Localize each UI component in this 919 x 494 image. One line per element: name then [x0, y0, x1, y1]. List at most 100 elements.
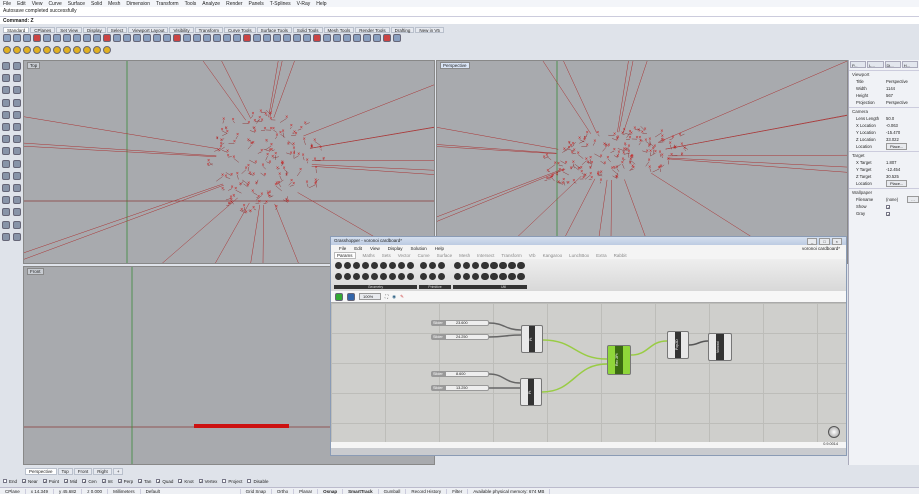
viewport-label-front[interactable]: Front	[27, 268, 44, 275]
component-icon[interactable]	[407, 262, 414, 269]
render-icon[interactable]	[53, 46, 61, 54]
property-value[interactable]: 50.0	[886, 116, 919, 121]
tool-icon[interactable]	[13, 86, 21, 95]
toolbar-tab[interactable]: Render Tools	[355, 27, 390, 33]
component-rec-2pt[interactable]: Rec 2Pt	[607, 345, 631, 375]
tool-icon[interactable]	[2, 135, 10, 144]
number-slider[interactable]: Slider 24.250	[431, 334, 489, 340]
component-icon[interactable]	[518, 262, 525, 269]
gh-tab[interactable]: Maths	[363, 253, 375, 258]
property-value[interactable]: Perspective	[886, 79, 919, 84]
gh-tab[interactable]: Vrb	[529, 253, 536, 258]
toolbar-icon[interactable]	[93, 34, 101, 42]
property-value[interactable]: 567	[886, 93, 919, 98]
status-toggle[interactable]: Grid Snap	[241, 488, 272, 494]
toolbar-icon[interactable]	[123, 34, 131, 42]
component-icon[interactable]	[491, 273, 498, 280]
toolbar-icon[interactable]	[233, 34, 241, 42]
property-value[interactable]: -0.063	[886, 123, 919, 128]
toolbar-icon[interactable]	[183, 34, 191, 42]
render-icon[interactable]	[83, 46, 91, 54]
gh-tab[interactable]: Params	[334, 252, 356, 259]
gh-menu-item[interactable]: View	[370, 246, 380, 251]
component-icon[interactable]	[353, 262, 360, 269]
gh-tab[interactable]: Mesh	[459, 253, 470, 258]
render-icon[interactable]	[73, 46, 81, 54]
gh-tab[interactable]: Transform	[501, 253, 521, 258]
tool-icon[interactable]	[13, 147, 21, 156]
tool-icon[interactable]	[2, 110, 10, 119]
toolbar-icon[interactable]	[263, 34, 271, 42]
viewport-tab[interactable]: Right	[93, 468, 112, 475]
command-line[interactable]: Command: Z	[0, 17, 919, 24]
gh-tab[interactable]: Kangaroo	[543, 253, 563, 258]
osnap-checkbox[interactable]: ✓	[178, 479, 183, 484]
osnap-cen[interactable]: ✓ Cen	[82, 479, 97, 484]
render-icon[interactable]	[13, 46, 21, 54]
tool-icon[interactable]	[13, 135, 21, 144]
render-icon[interactable]	[3, 46, 11, 54]
osnap-checkbox[interactable]	[247, 479, 252, 483]
osnap-checkbox[interactable]: ✓	[138, 479, 142, 484]
toolbar-icon[interactable]	[203, 34, 211, 42]
toolbar-tab[interactable]: Surface Tools	[256, 27, 292, 33]
zoom-select[interactable]: 100%	[359, 293, 381, 300]
number-slider[interactable]: Slider 13.250	[431, 385, 489, 391]
number-slider[interactable]: Slider 23.600	[431, 320, 489, 326]
osnap-checkbox[interactable]: ✓	[42, 479, 47, 484]
component-pop2d[interactable]: Pop2D	[667, 331, 689, 359]
property-value[interactable]: -15.470	[886, 130, 919, 135]
status-toggle[interactable]: Osnap	[318, 488, 344, 494]
properties-tab[interactable]: H...	[901, 61, 918, 68]
component-icon[interactable]	[407, 273, 414, 280]
component-icon[interactable]	[362, 273, 369, 280]
toolbar-tab[interactable]: New in V5	[415, 27, 444, 33]
viewport-tab[interactable]: Perspective	[25, 468, 57, 475]
toolbar-icon[interactable]	[13, 34, 21, 42]
component-icon[interactable]	[420, 273, 427, 280]
gray-checkbox[interactable]: ✓	[886, 211, 890, 216]
component-icon[interactable]	[482, 273, 489, 280]
gh-menu-item[interactable]: Edit	[354, 246, 362, 251]
osnap-knot[interactable]: ✓ Knot	[178, 479, 194, 484]
component-icon[interactable]	[472, 262, 479, 269]
component-icon[interactable]	[389, 273, 396, 280]
status-toggle[interactable]: Planar	[294, 488, 319, 494]
status-toggle[interactable]: Gumball	[379, 488, 407, 494]
tool-icon[interactable]	[13, 183, 21, 192]
osnap-checkbox[interactable]: ✓	[82, 479, 87, 484]
component-icon[interactable]	[371, 273, 378, 280]
gh-tab[interactable]: Extra	[596, 253, 607, 258]
toolbar-icon[interactable]	[143, 34, 151, 42]
osnap-checkbox[interactable]: ✓	[156, 479, 161, 484]
toolbar-icon[interactable]	[133, 34, 141, 42]
component-icon[interactable]	[438, 273, 445, 280]
tool-icon[interactable]	[2, 232, 10, 241]
tool-icon[interactable]	[13, 171, 21, 180]
menu-panels[interactable]: Panels	[249, 1, 264, 7]
menu-mesh[interactable]: Mesh	[108, 1, 120, 7]
osnap-end[interactable]: End	[3, 479, 17, 484]
menu-surface[interactable]: Surface	[68, 1, 85, 7]
component-icon[interactable]	[344, 273, 351, 280]
toolbar-tab[interactable]: Display	[82, 27, 106, 33]
component-icon[interactable]	[463, 273, 470, 280]
tool-icon[interactable]	[2, 122, 10, 131]
toolbar-tab[interactable]: CPlanes	[30, 27, 56, 33]
toolbar-icon[interactable]	[83, 34, 91, 42]
viewport-perspective[interactable]: × × × × × × × × × × × × × × × × × × × × × × × × × × × × × × × × × × × × × × × ×…	[436, 60, 848, 264]
gh-tab[interactable]: Vector	[398, 253, 411, 258]
toolbar-icon[interactable]	[103, 34, 111, 42]
render-icon[interactable]	[63, 46, 71, 54]
toolbar-tab[interactable]: Visibility	[169, 27, 194, 33]
toolbar-icon[interactable]	[303, 34, 311, 42]
toolbar-icon[interactable]	[323, 34, 331, 42]
sketch-icon[interactable]: ✎	[400, 294, 404, 300]
properties-tab[interactable]: Di...	[884, 61, 901, 68]
tool-icon[interactable]	[2, 196, 10, 205]
toolbar-icon[interactable]	[33, 34, 41, 42]
gh-menu-item[interactable]: Help	[435, 246, 444, 251]
viewport-top[interactable]: × × × × × × × × × × × × × × × × × × × × × × × × × × × × × × × × × × × × × × × ×…	[23, 60, 435, 264]
toolbar-icon[interactable]	[43, 34, 51, 42]
viewport-label-perspective[interactable]: Perspective	[440, 62, 470, 69]
